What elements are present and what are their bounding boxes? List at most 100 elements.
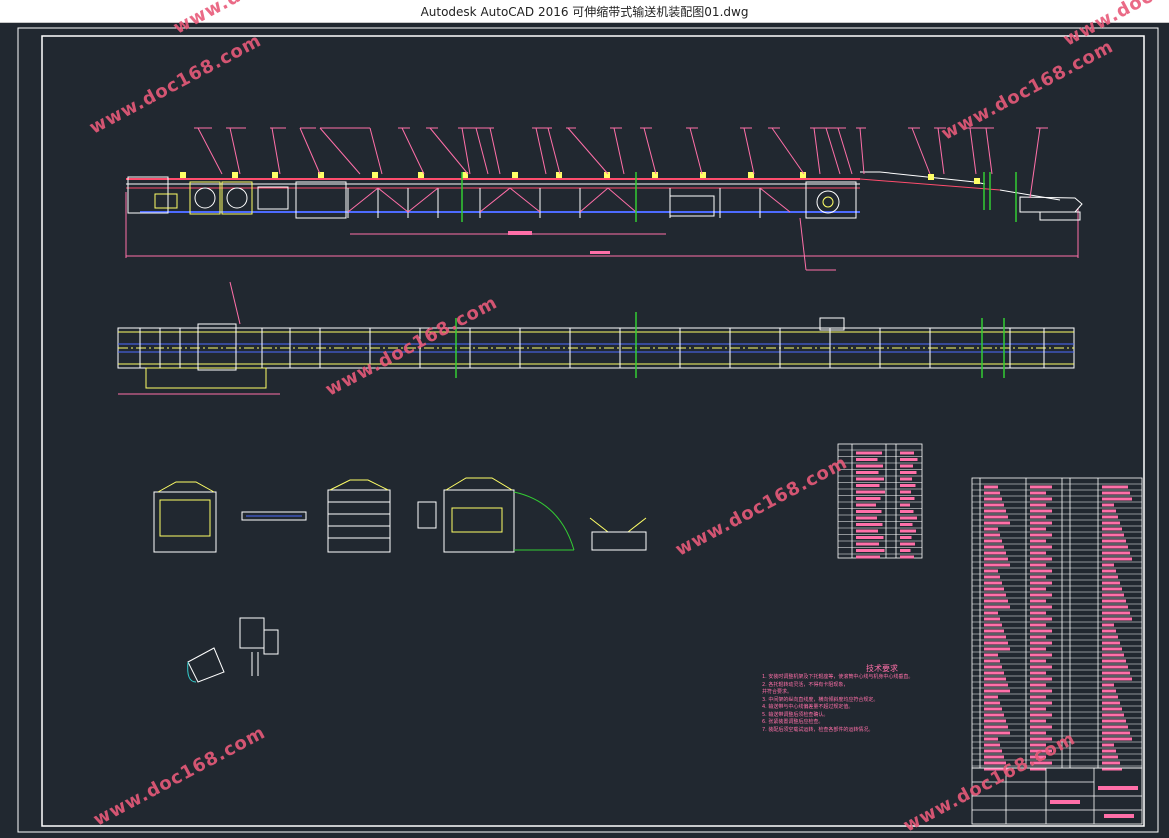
bom-cell (1102, 677, 1132, 681)
bom-cell (1030, 533, 1052, 537)
parts-table-cell (856, 490, 885, 494)
bom-cell (1030, 641, 1052, 645)
bom-cell (1030, 725, 1052, 729)
bom-cell (1102, 611, 1130, 615)
bom-cell (1102, 653, 1124, 657)
bom-cell (984, 611, 998, 615)
bom-cell (1030, 599, 1046, 603)
bom-cell (1102, 623, 1114, 627)
bom-cell (984, 521, 1010, 525)
bom-cell (984, 593, 1006, 597)
parts-table-cell (856, 536, 884, 539)
bom-cell (1102, 497, 1132, 501)
bom-cell (1030, 623, 1046, 627)
section-views (153, 477, 647, 683)
bom-cell (1102, 647, 1122, 651)
bom-cell (1030, 731, 1046, 735)
parts-table-cell (856, 555, 880, 559)
bom-cell (1030, 689, 1052, 693)
bom-cell (1102, 551, 1130, 555)
parts-table-cell (856, 503, 876, 507)
bom-cell (1030, 503, 1046, 507)
bom-cell (984, 677, 1006, 681)
bom-cell (1030, 587, 1046, 591)
bom-cell (984, 617, 1000, 621)
bom-cell (1102, 731, 1130, 735)
inner-border (41, 35, 1145, 827)
bom-cell (984, 647, 1010, 651)
bom-cell (1030, 677, 1052, 681)
bom-cell (1102, 563, 1114, 567)
bom-cell (1030, 665, 1052, 669)
parts-table-cell (856, 510, 882, 513)
bom-cell (984, 539, 1002, 543)
parts-table-cell (900, 464, 913, 468)
parts-table-cell (856, 549, 885, 552)
drawing-canvas[interactable]: 技术要求 1. 安装时调整机架及下托辊座等，使滚筒中心线与机身中心线垂直。 2.… (0, 0, 1169, 838)
parts-table-cell (856, 451, 882, 455)
parts-table-cell (856, 523, 883, 526)
bom-cell (1030, 647, 1046, 651)
bom-cell (1102, 749, 1116, 753)
bom-cell (1102, 671, 1130, 675)
bom-cell (1102, 707, 1122, 711)
parts-table-cell (856, 471, 879, 474)
bom-cell (984, 485, 998, 489)
bom-cell (1030, 635, 1046, 639)
bom-cell (1102, 503, 1114, 507)
bom-cell (1102, 635, 1118, 639)
bom-cell (984, 581, 1002, 585)
bom-cell (1102, 593, 1124, 597)
parts-table-cell (856, 477, 884, 481)
bom-cell (1102, 719, 1126, 723)
tech-note-line: 5. 输送带调整后须检查确认。 (762, 711, 829, 718)
bom-cell (984, 653, 998, 657)
outer-border (17, 27, 1159, 833)
tech-note-line: 7. 装配后须空载试运转，检查各部件的运转情况。 (762, 726, 874, 733)
parts-table-cell (856, 516, 877, 520)
bom-cell (1102, 509, 1116, 513)
bom-cell (984, 527, 998, 531)
parts-table-cell (856, 458, 878, 461)
parts-table-cell (856, 542, 879, 546)
parts-table-cell (856, 497, 881, 500)
bom-cell (1102, 557, 1132, 561)
cad-drawing[interactable] (0, 22, 1169, 838)
bom-cell (1030, 701, 1052, 705)
tech-note-line: 4. 输送带与中心线偏差量不超过规定值。 (762, 704, 854, 710)
bom-cell (984, 563, 1010, 567)
bom-cell (984, 629, 1004, 633)
parts-table-cell (900, 542, 915, 546)
bom-cell (1030, 557, 1052, 561)
bom-cell (1030, 515, 1046, 519)
bom-cell (984, 509, 1006, 513)
technical-requirements: 技术要求 1. 安装时调整机架及下托辊座等，使滚筒中心线与机身中心线垂直。 2.… (762, 663, 972, 734)
plan-view (117, 281, 1075, 395)
parts-table-cell (900, 490, 911, 494)
bom-cell (1030, 593, 1052, 597)
tech-notes-title: 技术要求 (866, 664, 898, 673)
bom-cell (984, 569, 998, 573)
parts-table-cell (900, 523, 913, 526)
bom-cell (984, 743, 1000, 747)
bom-cell (984, 551, 1006, 555)
bom-cell (1030, 581, 1052, 585)
bom-cell (1102, 569, 1116, 573)
bom-cell (984, 671, 1004, 675)
bom-cell (1030, 497, 1052, 501)
bom-cell (1102, 737, 1132, 741)
parts-table-cell (856, 484, 880, 487)
bom-cell (984, 515, 1008, 519)
bom-cell (1102, 761, 1120, 765)
bom-cell (1030, 575, 1046, 579)
bom-cell (984, 557, 1008, 561)
bom-cell (1030, 569, 1052, 573)
bom-cell (1030, 539, 1046, 543)
bom-cell (1030, 719, 1046, 723)
bom-cell (1030, 485, 1052, 489)
bom-cell (984, 623, 1002, 627)
bom-cell (1102, 713, 1124, 717)
parts-table-cell (900, 484, 916, 487)
bom-cell (984, 755, 1004, 759)
bom-cell (984, 725, 1008, 729)
